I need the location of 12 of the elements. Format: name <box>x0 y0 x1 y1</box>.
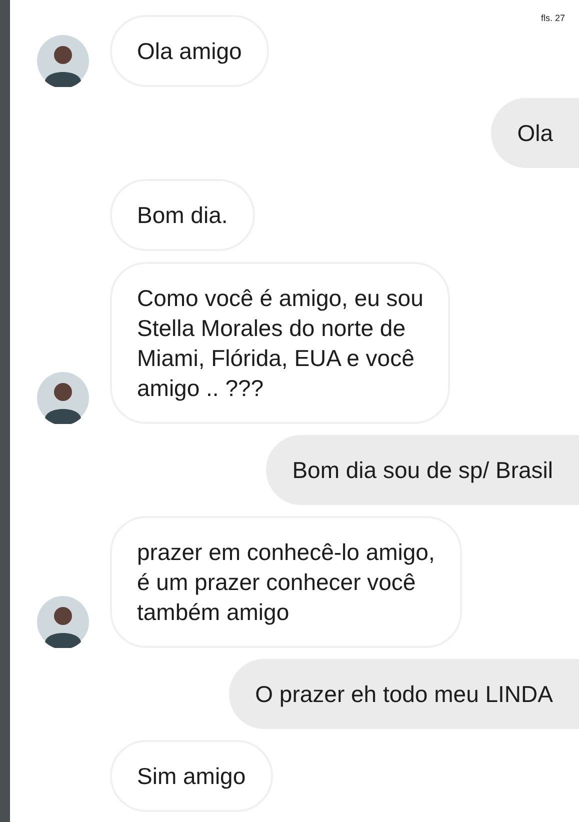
sent-message: O prazer eh todo meu LINDA <box>229 659 579 729</box>
sent-message: Ola <box>491 98 579 168</box>
received-message: prazer em conhecê-lo amigo, é um prazer conhecer você também amigo <box>110 516 462 648</box>
avatar <box>37 35 89 87</box>
avatar <box>37 596 89 648</box>
sent-message: Bom dia sou de sp/ Brasil <box>266 435 579 505</box>
received-message: Como você é amigo, eu sou Stella Morales do norte de Miami, Flórida, EUA e você amigo .. ??? <box>110 262 450 424</box>
received-message: Bom dia. <box>110 179 255 251</box>
page-number-label: fls. 27 <box>540 12 565 25</box>
received-message: Sim amigo <box>110 740 273 812</box>
received-message: Ola amigo <box>110 15 269 87</box>
avatar <box>37 372 89 424</box>
